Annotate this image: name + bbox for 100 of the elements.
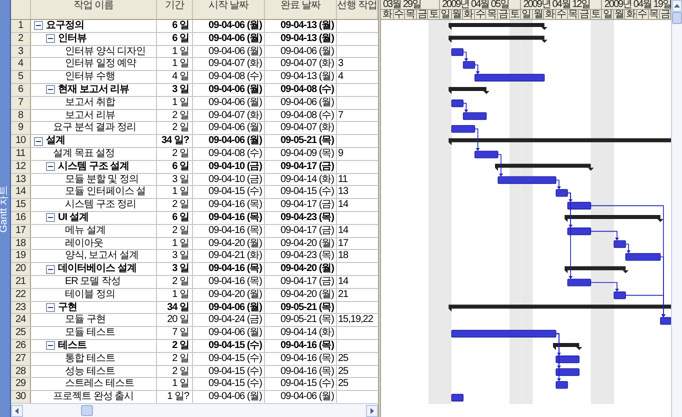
duration-cell: 6 일 <box>157 212 193 224</box>
summary-bar <box>564 266 629 274</box>
row-number: 21 <box>11 276 31 288</box>
finish-date-cell: 09-04-20 (월) <box>265 263 337 275</box>
start-date-cell: 09-04-15 (수) <box>193 352 265 365</box>
duration-cell: 2 일 <box>157 366 193 378</box>
dependency-arrow <box>498 154 503 177</box>
row-number: 6 <box>11 84 31 96</box>
scroll-left-icon[interactable] <box>11 404 23 416</box>
collapse-icon[interactable] <box>46 34 55 44</box>
day-header-cell: 수 <box>474 10 486 19</box>
row-number: 10 <box>11 135 31 147</box>
collapse-icon[interactable] <box>46 302 55 312</box>
finish-date-cell: 09-04-23 (목) <box>265 212 337 224</box>
day-header-cell: 월 <box>532 10 544 19</box>
day-header-cell: 화 <box>625 10 638 19</box>
duration-cell: 1 일 <box>157 288 193 301</box>
predecessors-cell-text: 7 <box>337 110 344 122</box>
start-date-cell: 09-04-16 (목) <box>193 263 265 275</box>
collapse-icon[interactable] <box>34 136 43 146</box>
row-number: 8 <box>11 110 31 122</box>
summary-bar <box>553 343 582 350</box>
column-header[interactable]: 기간 <box>157 0 193 19</box>
duration-cell: 20 일 <box>157 314 193 326</box>
task-bar <box>556 368 580 376</box>
duration-cell: 2 일 <box>157 352 193 365</box>
start-date-cell: 09-04-06 (월) <box>193 122 265 134</box>
finish-date-cell: 09-04-20 (월) <box>265 288 337 301</box>
start-date-cell: 09-04-21 (화) <box>193 250 265 262</box>
scroll-thumb[interactable] <box>81 405 93 416</box>
start-date-cell: 09-04-07 (화) <box>193 58 265 70</box>
duration-cell: 1 일 <box>157 238 193 250</box>
predecessors-cell-text: 14 <box>337 199 350 211</box>
row-number: 12 <box>11 160 31 173</box>
collapse-icon[interactable] <box>46 85 55 94</box>
start-date-cell: 09-04-06 (월) <box>193 20 265 32</box>
row-number: 17 <box>11 224 31 237</box>
task-name: 요구 분석 결과 정리 <box>53 122 136 134</box>
scroll-right-icon[interactable] <box>366 404 378 416</box>
day-header-cell: 월 <box>452 10 464 19</box>
day-header-cell: 수 <box>556 10 568 19</box>
task-name: UI 설계 <box>58 212 88 224</box>
finish-date-cell: 09-04-13 (월) <box>265 20 337 32</box>
task-bar <box>614 240 626 248</box>
collapse-icon[interactable] <box>46 264 55 274</box>
predecessors-cell-text: 11 <box>337 174 348 186</box>
vertical-scrollbar[interactable] <box>671 0 682 417</box>
collapse-icon[interactable] <box>34 21 43 30</box>
row-number: 9 <box>11 122 31 134</box>
finish-date-cell: 09-04-08 (수) <box>265 110 337 122</box>
column-header[interactable]: 시작 날짜 <box>193 0 265 19</box>
row-number: 16 <box>11 212 31 224</box>
predecessors-cell-text: 17 <box>337 238 350 250</box>
task-name: 시스템 구조 정리 <box>65 199 136 211</box>
day-header-cell: 수 <box>637 10 649 19</box>
finish-date-cell: 09-04-06 (월) <box>265 96 337 109</box>
scroll-up-icon[interactable] <box>672 0 682 12</box>
collapse-icon[interactable] <box>46 213 55 222</box>
finish-date-cell: 09-04-16 (목) <box>265 366 337 378</box>
duration-cell: 3 일 <box>157 263 193 275</box>
day-header-cell: 금 <box>579 10 591 19</box>
start-date-cell: 09-04-15 (수) <box>193 378 265 390</box>
collapse-icon[interactable] <box>46 341 55 350</box>
header-corner <box>11 0 31 19</box>
start-date-cell: 09-04-06 (월) <box>193 135 265 147</box>
collapse-icon[interactable] <box>46 162 55 172</box>
start-date-cell: 09-04-06 (월) <box>193 302 265 314</box>
row-number: 5 <box>11 71 31 83</box>
finish-date-cell: 09-05-21 (목) <box>265 135 337 147</box>
duration-cell: 3 일 <box>157 84 193 96</box>
day-header-cell: 금 <box>498 10 510 19</box>
column-header[interactable]: 완료 날짜 <box>265 0 337 19</box>
finish-date-cell: 09-04-08 (수) <box>265 84 337 96</box>
row-number: 26 <box>11 340 31 352</box>
duration-cell: 34 일 <box>157 302 193 314</box>
task-bar <box>556 356 580 364</box>
start-date-cell: 09-04-08 (수) <box>193 148 265 160</box>
task-bar <box>451 125 476 133</box>
task-name: 데이터베이스 설계 <box>58 263 136 275</box>
task-name: 시스템 구조 설계 <box>58 160 130 173</box>
duration-cell: 1 일 <box>157 378 193 390</box>
row-number: 29 <box>11 378 31 390</box>
day-header-cell: 금 <box>416 10 428 19</box>
column-header[interactable]: 선행 작업 <box>337 0 378 19</box>
start-date-cell: 09-04-07 (화) <box>193 110 265 122</box>
task-name: 모듈 구현 <box>65 314 106 326</box>
task-bar <box>567 202 592 210</box>
column-header[interactable]: 작업 이름 <box>31 0 157 19</box>
scroll-thumb[interactable] <box>672 12 682 24</box>
task-name: 요구정의 <box>46 20 84 32</box>
start-date-cell: 09-04-06 (월) <box>193 327 265 339</box>
task-name: 모듈 인터페이스 설 <box>65 186 146 198</box>
horizontal-scrollbar[interactable] <box>11 403 378 417</box>
duration-cell: 34 일? <box>157 135 193 147</box>
predecessors-cell-text: 3 <box>337 58 344 70</box>
dependency-arrow <box>462 102 468 113</box>
day-header-cell: 일 <box>440 10 452 19</box>
finish-date-cell: 09-05-21 (목) <box>265 302 337 314</box>
start-date-cell: 09-04-06 (월) <box>193 96 265 109</box>
row-number: 3 <box>11 46 31 58</box>
